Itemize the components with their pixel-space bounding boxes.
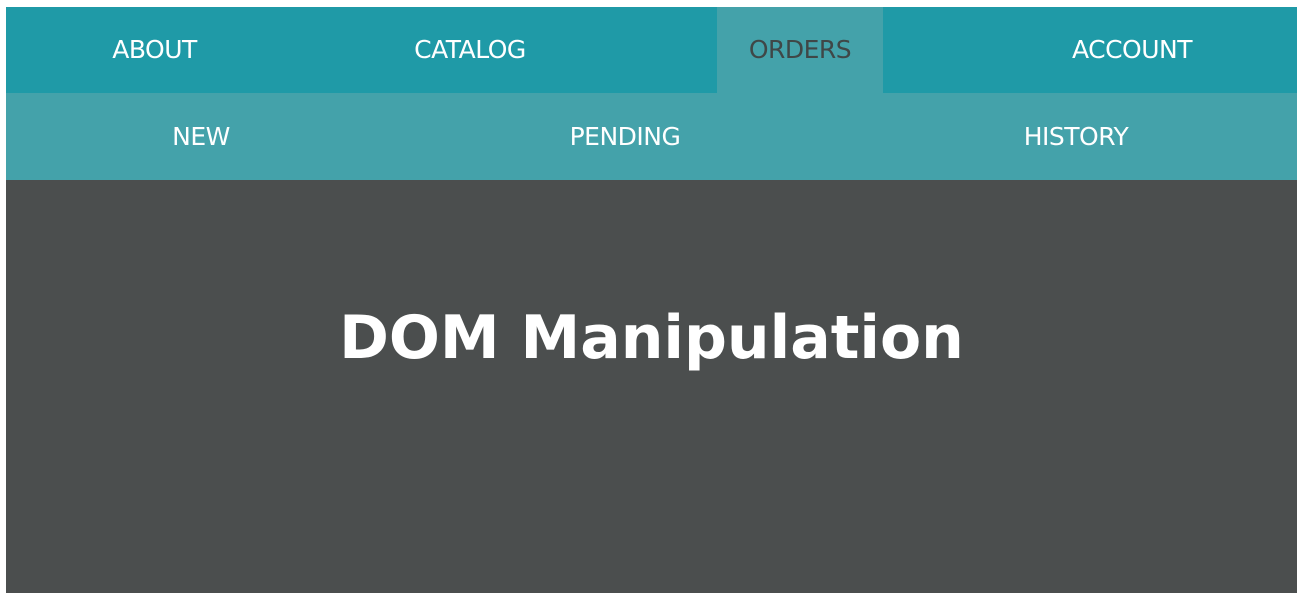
page-frame: ABOUT CATALOG ORDERS ACCOUNT NEW PENDING… [6,7,1297,593]
top-nav-item-orders[interactable]: ORDERS [717,7,883,93]
sub-nav-item-new[interactable]: NEW [146,93,256,180]
top-nav-item-account[interactable]: ACCOUNT [1047,7,1217,93]
sub-nav-item-history[interactable]: HISTORY [991,93,1161,180]
top-nav-item-about[interactable]: ABOUT [86,7,223,93]
main-content: DOM Manipulation [6,180,1297,593]
page-title: DOM Manipulation [339,303,964,373]
sub-nav: NEW PENDING HISTORY [6,93,1297,180]
top-nav: ABOUT CATALOG ORDERS ACCOUNT [6,7,1297,93]
sub-nav-item-pending[interactable]: PENDING [540,93,710,180]
top-nav-item-catalog[interactable]: CATALOG [386,7,554,93]
